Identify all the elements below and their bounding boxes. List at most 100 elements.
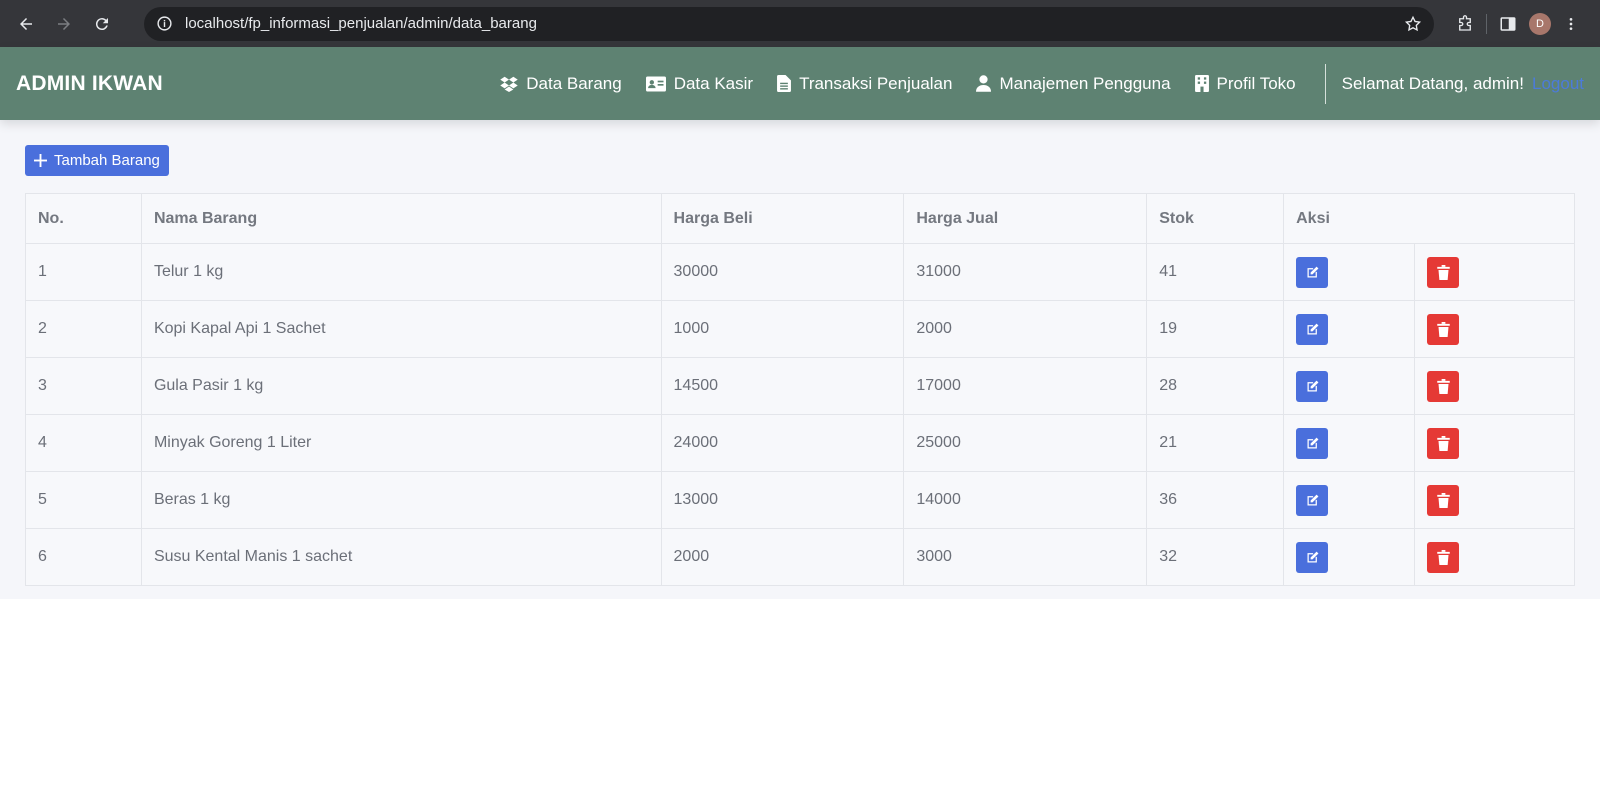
cell-stok: 32 xyxy=(1146,528,1285,586)
toolbar-divider xyxy=(1486,13,1487,34)
plus-icon xyxy=(34,154,47,167)
delete-button[interactable] xyxy=(1427,484,1460,516)
id-card-icon xyxy=(645,76,666,92)
nav-profil-toko[interactable]: Profil Toko xyxy=(1194,73,1296,94)
browser-toolbar: localhost/fp_informasi_penjualan/admin/d… xyxy=(0,0,1600,47)
cell-delete xyxy=(1414,528,1575,586)
edit-icon xyxy=(1307,551,1319,562)
nav-data-kasir[interactable]: Data Kasir xyxy=(645,73,754,94)
cell-no: 2 xyxy=(25,300,142,358)
welcome-text: Selamat Datang, admin! xyxy=(1341,73,1524,93)
table-row: 1 Telur 1 kg 30000 31000 41 xyxy=(25,243,1575,301)
edit-button[interactable] xyxy=(1296,484,1329,516)
nav-data-barang[interactable]: Data Barang xyxy=(500,73,622,94)
cell-edit xyxy=(1283,300,1416,358)
tambah-barang-button[interactable]: Tambah Barang xyxy=(25,145,169,176)
brand-title[interactable]: ADMIN IKWAN xyxy=(16,72,163,96)
header-nama-barang: Nama Barang xyxy=(140,193,662,244)
trash-icon xyxy=(1436,264,1450,280)
cell-no: 1 xyxy=(25,243,142,301)
table-row: 4 Minyak Goreng 1 Liter 24000 25000 21 xyxy=(25,414,1575,472)
delete-button[interactable] xyxy=(1427,313,1460,345)
nav-manajemen-label: Manajemen Pengguna xyxy=(999,73,1171,93)
trash-icon xyxy=(1436,549,1450,565)
tambah-barang-label: Tambah Barang xyxy=(54,152,160,169)
table-row: 2 Kopi Kapal Api 1 Sachet 1000 2000 19 xyxy=(25,300,1575,358)
reload-icon[interactable] xyxy=(86,8,118,40)
bookmark-star-icon[interactable] xyxy=(1404,15,1422,33)
trash-icon xyxy=(1436,378,1450,394)
more-menu-icon[interactable] xyxy=(1563,15,1579,33)
main-menu: Data Barang Data Kasir Transaksi Penjual… xyxy=(476,63,1584,104)
nav-data-barang-label: Data Barang xyxy=(526,73,622,93)
delete-button[interactable] xyxy=(1427,256,1460,288)
nav-transaksi-penjualan[interactable]: Transaksi Penjualan xyxy=(777,74,952,94)
address-bar[interactable]: localhost/fp_informasi_penjualan/admin/d… xyxy=(144,6,1434,41)
edit-button[interactable] xyxy=(1296,427,1329,459)
edit-icon xyxy=(1307,494,1319,505)
url-text[interactable]: localhost/fp_informasi_penjualan/admin/d… xyxy=(185,15,537,32)
delete-button[interactable] xyxy=(1427,370,1460,402)
cell-harga-jual: 17000 xyxy=(903,357,1148,415)
cell-delete xyxy=(1414,471,1575,529)
edit-button[interactable] xyxy=(1296,313,1329,345)
cell-no: 3 xyxy=(25,357,142,415)
nav-transaksi-label: Transaksi Penjualan xyxy=(799,73,953,93)
cell-edit xyxy=(1283,528,1416,586)
cell-harga-jual: 25000 xyxy=(903,414,1148,472)
cell-nama-barang: Minyak Goreng 1 Liter xyxy=(140,414,662,472)
cell-nama-barang: Telur 1 kg xyxy=(140,243,662,301)
cell-harga-beli: 24000 xyxy=(660,414,905,472)
file-icon xyxy=(777,75,792,92)
delete-button[interactable] xyxy=(1427,427,1460,459)
cell-edit xyxy=(1283,357,1416,415)
cell-delete xyxy=(1414,243,1575,301)
cell-nama-barang: Susu Kental Manis 1 sachet xyxy=(140,528,662,586)
edit-icon xyxy=(1307,437,1319,448)
cell-delete xyxy=(1414,357,1575,415)
cell-harga-beli: 30000 xyxy=(660,243,905,301)
cell-harga-jual: 14000 xyxy=(903,471,1148,529)
cell-stok: 21 xyxy=(1146,414,1285,472)
navbar-divider xyxy=(1324,63,1326,104)
table-header-row: No. Nama Barang Harga Beli Harga Jual St… xyxy=(25,193,1575,244)
cell-stok: 28 xyxy=(1146,357,1285,415)
nav-profil-toko-label: Profil Toko xyxy=(1216,73,1296,93)
edit-button[interactable] xyxy=(1296,370,1329,402)
forward-icon[interactable] xyxy=(48,8,80,40)
data-barang-table: No. Nama Barang Harga Beli Harga Jual St… xyxy=(25,193,1575,586)
edit-icon xyxy=(1307,380,1319,391)
dropbox-icon xyxy=(500,76,518,92)
edit-button[interactable] xyxy=(1296,256,1329,288)
cell-delete xyxy=(1414,300,1575,358)
app-navbar: ADMIN IKWAN Data Barang Data Kasir Trans… xyxy=(0,47,1600,120)
info-icon[interactable] xyxy=(156,15,173,32)
cell-stok: 19 xyxy=(1146,300,1285,358)
nav-data-kasir-label: Data Kasir xyxy=(673,73,754,93)
profile-avatar[interactable]: D xyxy=(1529,12,1551,35)
trash-icon xyxy=(1436,321,1450,337)
table-row: 6 Susu Kental Manis 1 sachet 2000 3000 3… xyxy=(25,528,1575,586)
header-harga-beli: Harga Beli xyxy=(660,193,905,244)
cell-stok: 41 xyxy=(1146,243,1285,301)
cell-harga-beli: 1000 xyxy=(660,300,905,358)
extensions-icon[interactable] xyxy=(1456,14,1474,33)
cell-no: 6 xyxy=(25,528,142,586)
nav-manajemen-pengguna[interactable]: Manajemen Pengguna xyxy=(976,73,1171,94)
logout-link[interactable]: Logout xyxy=(1532,74,1584,94)
back-icon[interactable] xyxy=(10,8,42,40)
table-row: 5 Beras 1 kg 13000 14000 36 xyxy=(25,471,1575,529)
cell-harga-jual: 31000 xyxy=(903,243,1148,301)
header-stok: Stok xyxy=(1146,193,1285,244)
side-panel-icon[interactable] xyxy=(1499,15,1517,33)
cell-harga-beli: 14500 xyxy=(660,357,905,415)
building-icon xyxy=(1194,75,1209,92)
delete-button[interactable] xyxy=(1427,541,1460,573)
cell-delete xyxy=(1414,414,1575,472)
cell-nama-barang: Kopi Kapal Api 1 Sachet xyxy=(140,300,662,358)
edit-icon xyxy=(1307,323,1319,334)
cell-stok: 36 xyxy=(1146,471,1285,529)
edit-button[interactable] xyxy=(1296,541,1329,573)
cell-edit xyxy=(1283,414,1416,472)
cell-nama-barang: Gula Pasir 1 kg xyxy=(140,357,662,415)
